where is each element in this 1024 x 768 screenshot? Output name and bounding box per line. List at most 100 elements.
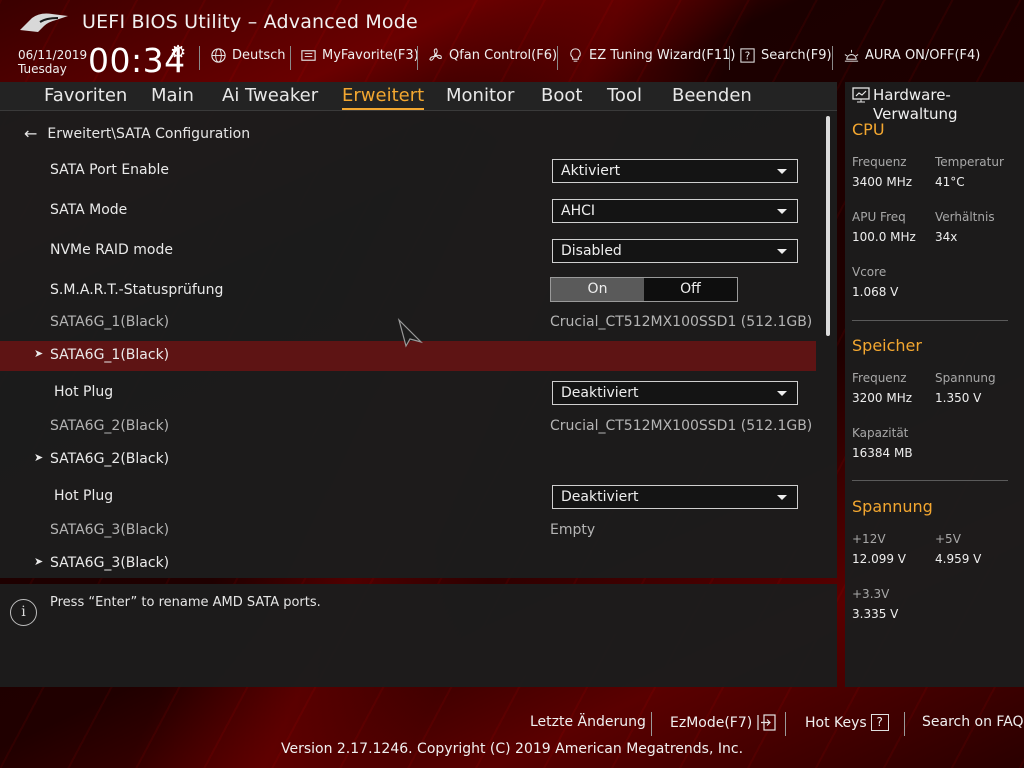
- back-arrow-icon[interactable]: ←: [24, 124, 37, 143]
- submenu-arrow-icon: ➤: [34, 555, 44, 568]
- breadcrumb[interactable]: ← Erweitert\SATA Configuration: [24, 124, 250, 143]
- toggle-off-option[interactable]: Off: [644, 278, 737, 301]
- last-change-label: Letzte Änderung: [530, 714, 646, 730]
- chevron-down-icon: [777, 391, 787, 396]
- chevron-down-icon: [777, 169, 787, 174]
- voltage-section-title: Spannung: [852, 497, 933, 516]
- setting-hotplug-2: Hot Plug Deaktiviert: [0, 482, 816, 512]
- select-value: Aktiviert: [561, 163, 621, 179]
- rog-logo: [20, 13, 68, 32]
- chevron-down-icon: [777, 495, 787, 500]
- my-favorite-button[interactable]: MyFavorite(F3): [300, 47, 419, 64]
- section-divider: [852, 320, 1008, 321]
- setting-label: Hot Plug: [54, 384, 114, 400]
- hotplug-1-select[interactable]: Deaktiviert: [552, 381, 798, 405]
- footer-bar: Letzte Änderung EzMode(F7) Hot Keys ? Se…: [0, 710, 1024, 738]
- submenu-sata6g-3[interactable]: ➤ SATA6G_3(Black): [0, 549, 816, 579]
- setting-smart: S.M.A.R.T.-Statusprüfung On Off: [0, 276, 816, 306]
- lightbulb-icon: [570, 48, 581, 62]
- aura-light-icon: [844, 49, 859, 62]
- breadcrumb-path: Erweitert\SATA Configuration: [47, 125, 251, 142]
- setting-label: NVMe RAID mode: [50, 242, 173, 258]
- submenu-label: SATA6G_2(Black): [50, 451, 170, 467]
- date-display: 06/11/2019 Tuesday: [18, 48, 87, 76]
- submenu-label: SATA6G_3(Black): [50, 555, 170, 571]
- hot-keys-label: Hot Keys: [805, 714, 867, 731]
- toggle-on-option[interactable]: On: [551, 278, 644, 301]
- ratio-value: 34x: [935, 230, 958, 244]
- mem-capacity-value: 16384 MB: [852, 446, 913, 460]
- v5-value: 4.959 V: [935, 552, 982, 566]
- ezmode-button[interactable]: EzMode(F7): [670, 714, 776, 731]
- tab-beenden[interactable]: Beenden: [672, 85, 752, 106]
- tab-tool[interactable]: Tool: [607, 85, 642, 106]
- qfan-control-button[interactable]: Qfan Control(F6): [427, 47, 557, 64]
- monitor-icon: [852, 87, 870, 103]
- v33-value: 3.335 V: [852, 607, 899, 621]
- hot-keys-button[interactable]: Hot Keys ?: [805, 714, 889, 731]
- cpu-freq-value: 3400 MHz: [852, 175, 913, 189]
- qfan-label: Qfan Control(F6): [449, 48, 558, 63]
- hardware-monitor-panel: Hardware-Verwaltung CPU Frequenz Tempera…: [845, 82, 1024, 687]
- search-faq-button[interactable]: Search on FAQ: [922, 714, 1024, 730]
- tab-monitor[interactable]: Monitor: [446, 85, 514, 106]
- submenu-arrow-icon: ➤: [34, 347, 44, 360]
- last-change-button[interactable]: Letzte Änderung: [530, 714, 646, 730]
- toolbar: 06/11/2019 Tuesday 00:34 ⚙ Deutsch MyFav…: [0, 41, 1024, 82]
- scrollbar[interactable]: [826, 116, 830, 336]
- info-row-sata6g-2: SATA6G_2(Black) Crucial_CT512MX100SSD1 (…: [0, 412, 816, 442]
- aura-toggle-button[interactable]: AURA ON/OFF(F4): [843, 47, 980, 64]
- mem-freq-label: Frequenz: [852, 371, 907, 385]
- setting-label: SATA Mode: [50, 202, 128, 218]
- ez-tuning-label: EZ Tuning Wizard(F11): [589, 48, 736, 63]
- chevron-down-icon: [777, 249, 787, 254]
- mouse-cursor-icon: [397, 318, 423, 348]
- window-title: UEFI BIOS Utility – Advanced Mode: [82, 11, 418, 33]
- port-device: Empty: [550, 522, 596, 538]
- tab-boot[interactable]: Boot: [541, 85, 582, 106]
- port-label: SATA6G_2(Black): [50, 418, 170, 434]
- port-label: SATA6G_3(Black): [50, 522, 170, 538]
- info-row-sata6g-3: SATA6G_3(Black) Empty: [0, 516, 816, 546]
- v5-label: +5V: [935, 532, 961, 546]
- v33-label: +3.3V: [852, 587, 890, 601]
- language-button[interactable]: Deutsch: [210, 47, 286, 64]
- smart-toggle[interactable]: On Off: [550, 277, 738, 302]
- mem-volt-value: 1.350 V: [935, 391, 982, 405]
- svg-text:?: ?: [745, 50, 751, 62]
- globe-icon: [211, 48, 226, 63]
- tab-ai-tweaker[interactable]: Ai Tweaker: [222, 85, 318, 106]
- setting-hotplug-1: Hot Plug Deaktiviert: [0, 378, 816, 408]
- search-button[interactable]: ? Search(F9): [739, 47, 832, 64]
- vcore-label: Vcore: [852, 265, 887, 279]
- ez-tuning-button[interactable]: EZ Tuning Wizard(F11): [567, 47, 735, 64]
- mem-freq-value: 3200 MHz: [852, 391, 913, 405]
- tab-erweitert[interactable]: Erweitert: [342, 85, 425, 110]
- apu-freq-value: 100.0 MHz: [852, 230, 916, 244]
- help-key-icon: ?: [870, 714, 889, 731]
- toolbar-divider: [290, 46, 291, 70]
- search-help-icon: ?: [740, 48, 755, 63]
- search-label: Search(F9): [761, 48, 832, 63]
- submenu-sata6g-2[interactable]: ➤ SATA6G_2(Black): [0, 445, 816, 475]
- gear-icon[interactable]: ⚙: [170, 42, 186, 63]
- title-bar: UEFI BIOS Utility – Advanced Mode: [0, 0, 1024, 44]
- setting-label: S.M.A.R.T.-Statusprüfung: [50, 282, 224, 298]
- chevron-down-icon: [777, 209, 787, 214]
- select-value: Disabled: [561, 243, 622, 259]
- hardware-monitor-title: Hardware-Verwaltung: [873, 86, 958, 123]
- select-value: Deaktiviert: [561, 489, 639, 505]
- setting-nvme-raid: NVMe RAID mode Disabled: [0, 236, 816, 266]
- date-text: 06/11/2019: [18, 48, 88, 62]
- hotplug-2-select[interactable]: Deaktiviert: [552, 485, 798, 509]
- toolbar-divider: [199, 46, 200, 70]
- tab-favoriten[interactable]: Favoriten: [44, 85, 127, 106]
- fan-icon: [429, 48, 442, 61]
- sata-port-enable-select[interactable]: Aktiviert: [552, 159, 798, 183]
- tab-main[interactable]: Main: [151, 85, 194, 106]
- setting-sata-mode: SATA Mode AHCI: [0, 196, 816, 226]
- language-label: Deutsch: [232, 48, 286, 63]
- sata-mode-select[interactable]: AHCI: [552, 199, 798, 223]
- port-device: Crucial_CT512MX100SSD1 (512.1GB): [550, 314, 813, 330]
- nvme-raid-select[interactable]: Disabled: [552, 239, 798, 263]
